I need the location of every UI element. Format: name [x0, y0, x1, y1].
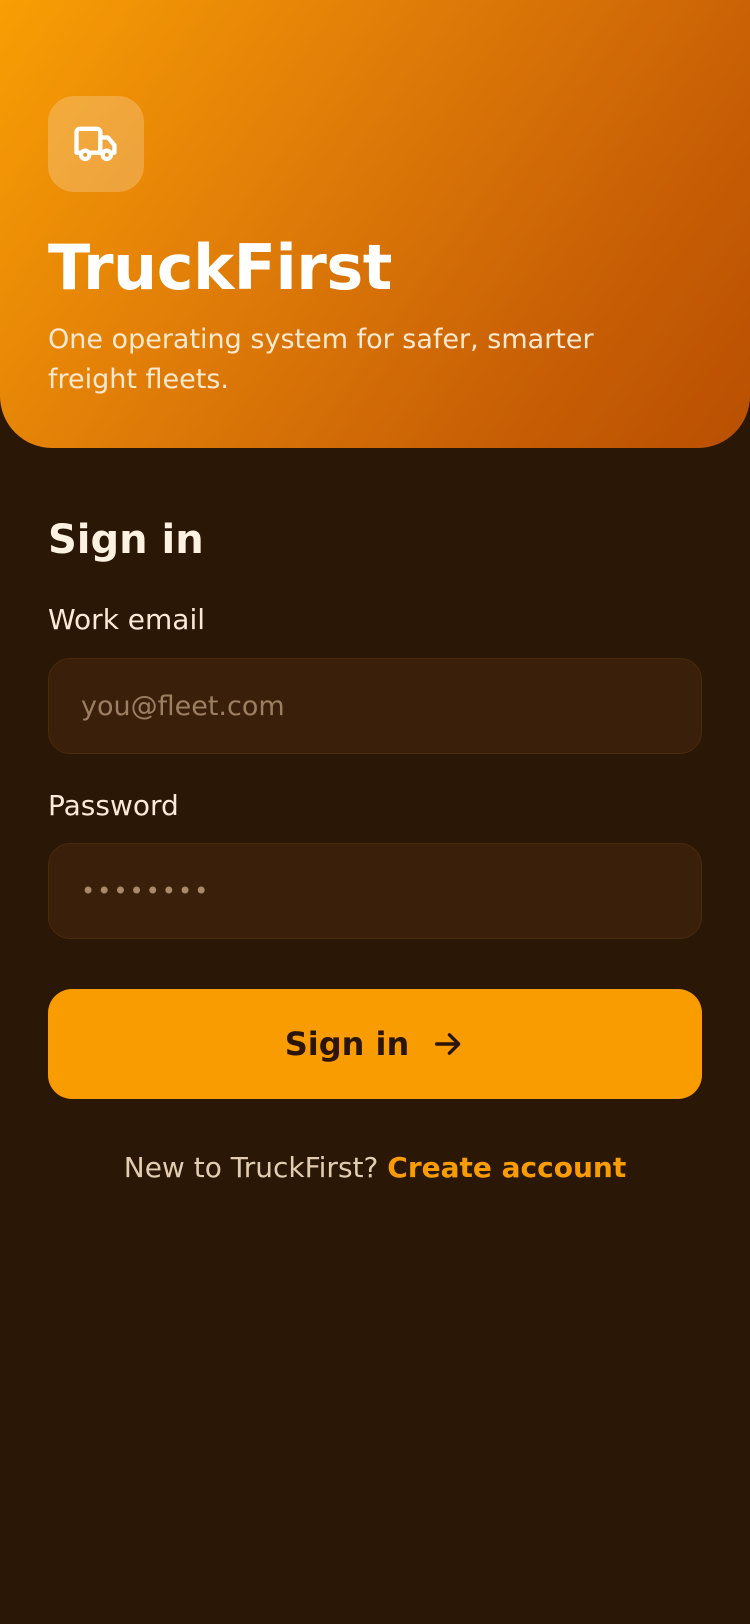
truck-icon [74, 126, 117, 162]
arrow-right-icon [435, 1033, 461, 1055]
email-field[interactable] [48, 658, 702, 754]
email-label: Work email [48, 603, 206, 636]
app-tagline: One operating system for safer, smarter … [48, 324, 594, 395]
app-title: TruckFirst [48, 231, 392, 304]
app-logo [48, 96, 144, 192]
hero-header: TruckFirst One operating system for safe… [0, 0, 750, 448]
password-label: Password [48, 789, 179, 822]
password-field[interactable] [48, 843, 702, 939]
form-title: Sign in [48, 517, 204, 563]
sign-in-button[interactable]: Sign in [48, 989, 702, 1099]
sign-in-button-label: Sign in [284, 1025, 410, 1063]
signup-prompt-text: New to TruckFirst? [123, 1151, 379, 1184]
create-account-link[interactable]: Create account [387, 1151, 626, 1184]
signup-prompt: New to TruckFirst? Create account [0, 1148, 750, 1188]
